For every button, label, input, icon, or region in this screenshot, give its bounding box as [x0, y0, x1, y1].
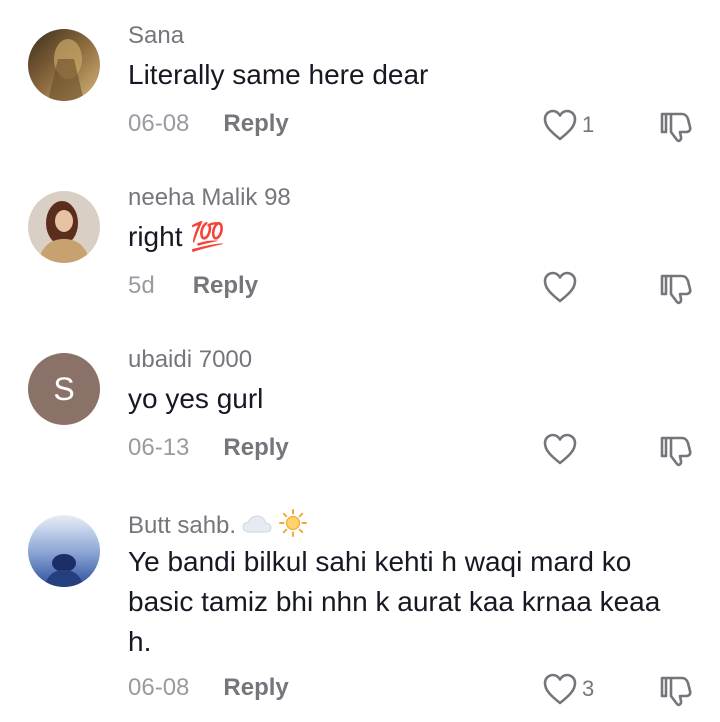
like-count: 3	[582, 676, 595, 701]
like-button[interactable]: 3	[542, 672, 594, 706]
username[interactable]: Sana	[128, 22, 184, 50]
like-count: 1	[582, 112, 595, 137]
heart-icon	[543, 673, 577, 705]
thumbs-down-icon	[660, 112, 692, 143]
heart-icon	[543, 109, 577, 141]
like-button[interactable]	[542, 270, 582, 304]
username-text: Butt sahb.	[128, 511, 237, 539]
like-button[interactable]: 1	[542, 108, 594, 142]
dislike-button[interactable]	[658, 270, 694, 311]
comment-text: right 💯	[128, 221, 226, 252]
thumbs-down-icon	[660, 676, 692, 707]
comment-text: Literally same here dear	[128, 59, 429, 90]
reply-button[interactable]: Reply	[223, 110, 288, 138]
reply-button[interactable]: Reply	[223, 434, 288, 462]
cloud-icon	[242, 513, 272, 541]
comment-meta: 06-13 Reply	[128, 434, 289, 462]
username[interactable]: Butt sahb.	[128, 508, 308, 545]
avatar[interactable]: S	[28, 353, 100, 425]
comment-date: 06-08	[128, 110, 190, 137]
comment-text: Ye bandi bilkul sahi kehti h waqi mard k…	[128, 546, 661, 657]
comment-meta: 06-08 Reply	[128, 674, 289, 702]
reply-button[interactable]: Reply	[223, 674, 288, 702]
heart-icon	[543, 433, 577, 465]
comment-date: 06-08	[128, 674, 190, 701]
avatar[interactable]	[28, 191, 100, 263]
comment-meta: 5d Reply	[128, 272, 258, 300]
sun-icon	[278, 508, 308, 545]
avatar-letter: S	[53, 370, 75, 407]
thumbs-down-icon	[660, 274, 692, 305]
heart-icon	[543, 271, 577, 303]
comment-meta: 06-08 Reply	[128, 110, 289, 138]
avatar[interactable]	[28, 515, 100, 587]
username[interactable]: neeha Malik 98	[128, 184, 291, 212]
dislike-button[interactable]	[658, 672, 694, 713]
comment-text: yo yes gurl	[128, 383, 264, 414]
reply-button[interactable]: Reply	[193, 272, 258, 300]
avatar[interactable]	[28, 29, 100, 101]
dislike-button[interactable]	[658, 108, 694, 149]
thumbs-down-icon	[660, 436, 692, 467]
like-button[interactable]	[542, 432, 582, 466]
comment-date: 5d	[128, 272, 155, 299]
comment-date: 06-13	[128, 434, 190, 461]
username[interactable]: ubaidi 7000	[128, 346, 252, 374]
dislike-button[interactable]	[658, 432, 694, 473]
